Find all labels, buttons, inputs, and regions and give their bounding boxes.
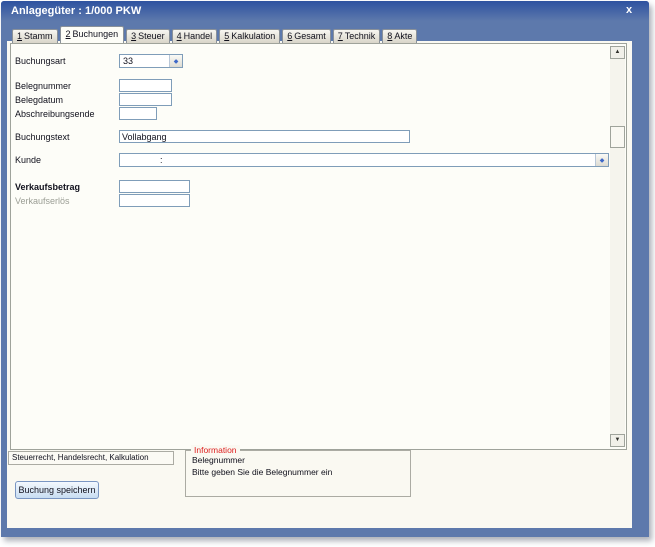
tab-label: Akte <box>394 31 413 41</box>
abschreibungsende-label: Abschreibungsende <box>15 109 95 119</box>
tab-mnemonic: 8 <box>387 31 393 41</box>
tab-stamm[interactable]: 1 Stamm <box>12 29 58 43</box>
tab-mnemonic: 6 <box>287 31 293 41</box>
tab-label: Gesamt <box>294 31 326 41</box>
tab-mnemonic: 3 <box>131 31 137 41</box>
anlagegueter-window: Anlagegüter : 1/000 PKW x 1 Stamm 2 Buchun… <box>1 1 649 537</box>
buchungsart-label: Buchungsart <box>15 56 66 66</box>
tab-label: Technik <box>344 31 376 41</box>
tab-handel[interactable]: 4 Handel <box>171 29 218 43</box>
belegnummer-label: Belegnummer <box>15 81 72 91</box>
tab-akte[interactable]: 8 Akte <box>382 29 418 43</box>
tab-technik[interactable]: 7 Technik <box>332 29 381 43</box>
window-title: Anlagegüter : 1/000 PKW <box>11 5 142 17</box>
tab-mnemonic: 1 <box>17 31 23 41</box>
kunde-value: : <box>160 155 163 165</box>
verkaufsbetrag-label: Verkaufsbetrag <box>15 182 81 192</box>
belegdatum-label: Belegdatum <box>15 95 64 105</box>
tab-mnemonic: 4 <box>176 31 182 41</box>
buchungen-tab-page: Buchungsart 33 ◆ Belegnummer Belegdatum … <box>10 43 627 450</box>
belegdatum-input[interactable] <box>119 93 172 106</box>
tab-mnemonic: 2 <box>65 29 71 39</box>
vertical-scrollbar[interactable]: ▲ ▼ <box>610 46 625 447</box>
scroll-down-icon[interactable]: ▼ <box>610 434 625 447</box>
tab-buchungen[interactable]: 2 Buchungen <box>59 26 125 43</box>
close-icon[interactable]: x <box>622 3 636 18</box>
scroll-up-icon[interactable]: ▲ <box>610 46 625 59</box>
rights-summary-list[interactable]: Steuerrecht, Handelsrecht, Kalkulation <box>8 451 174 465</box>
information-groupbox: Information Belegnummer Bitte geben Sie … <box>185 445 411 497</box>
dropdown-icon[interactable]: ◆ <box>595 154 608 166</box>
buchungstext-input[interactable] <box>119 130 410 143</box>
buchungsart-value: 33 <box>123 56 134 66</box>
tab-strip: 1 Stamm 2 Buchungen 3 Steuer 4 Handel 5 Kalku… <box>12 26 419 43</box>
window-body: Buchungsart 33 ◆ Belegnummer Belegdatum … <box>7 41 632 528</box>
tab-label: Handel <box>183 31 213 41</box>
tab-mnemonic: 5 <box>224 31 230 41</box>
verkaufserloes-input[interactable] <box>119 194 190 207</box>
information-title: Information <box>191 445 240 455</box>
save-booking-button[interactable]: Buchung speichern <box>15 481 99 499</box>
tab-label: Stamm <box>24 31 53 41</box>
information-hint-text: Bitte geben Sie die Belegnummer ein <box>192 467 333 477</box>
kunde-label: Kunde <box>15 155 42 165</box>
abschreibungsende-input[interactable] <box>119 107 157 120</box>
dropdown-icon[interactable]: ◆ <box>169 55 182 67</box>
tab-label: Kalkulation <box>231 31 276 41</box>
tab-kalkulation[interactable]: 5 Kalkulation <box>219 29 281 43</box>
kunde-select[interactable]: : ◆ <box>119 153 609 167</box>
belegnummer-input[interactable] <box>119 79 172 92</box>
buchungsart-select[interactable]: 33 ◆ <box>119 54 183 68</box>
information-field-name: Belegnummer <box>192 455 245 465</box>
scrollbar-thumb[interactable] <box>610 126 625 148</box>
verkaufserloes-label: Verkaufserlös <box>15 196 70 206</box>
tab-gesamt[interactable]: 6 Gesamt <box>282 29 331 43</box>
verkaufsbetrag-input[interactable] <box>119 180 190 193</box>
tab-mnemonic: 7 <box>337 31 343 41</box>
tab-steuer[interactable]: 3 Steuer <box>126 29 170 43</box>
buchungstext-label: Buchungstext <box>15 132 70 142</box>
tab-label: Steuer <box>138 31 165 41</box>
window-titlebar[interactable]: Anlagegüter : 1/000 PKW x <box>1 1 649 21</box>
tab-label: Buchungen <box>72 29 119 39</box>
